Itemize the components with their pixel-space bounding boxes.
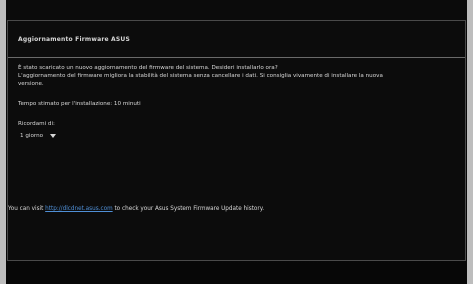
footer-prefix: You can visit xyxy=(8,206,46,212)
dialog-title: Aggiornamento Firmware ASUS xyxy=(18,35,130,43)
footer-text: You can visit http://dlcdnet.asus.com to… xyxy=(8,206,467,212)
reminder-dropdown[interactable]: 1 giorno xyxy=(20,130,59,142)
message-line-3: versione. xyxy=(18,81,44,87)
reminder-label: Ricordami di: xyxy=(18,121,55,127)
estimated-time: Tempo stimato per l'installazione: 10 mi… xyxy=(18,101,141,107)
message-line-1: È stato scaricato un nuovo aggiornamento… xyxy=(18,65,278,71)
message-line-2: L'aggiornamento del firmware migliora la… xyxy=(18,73,383,79)
dialog-titlebar: Aggiornamento Firmware ASUS xyxy=(8,21,465,58)
reminder-dropdown-value: 1 giorno xyxy=(20,133,44,139)
footer-suffix: to check your Asus System Firmware Updat… xyxy=(112,206,265,212)
footer-link[interactable]: http://dlcdnet.asus.com xyxy=(45,206,112,212)
dialog-content: È stato scaricato un nuovo aggiornamento… xyxy=(8,58,465,142)
chevron-down-icon xyxy=(49,132,57,140)
firmware-update-dialog: Aggiornamento Firmware ASUS È stato scar… xyxy=(7,20,466,261)
